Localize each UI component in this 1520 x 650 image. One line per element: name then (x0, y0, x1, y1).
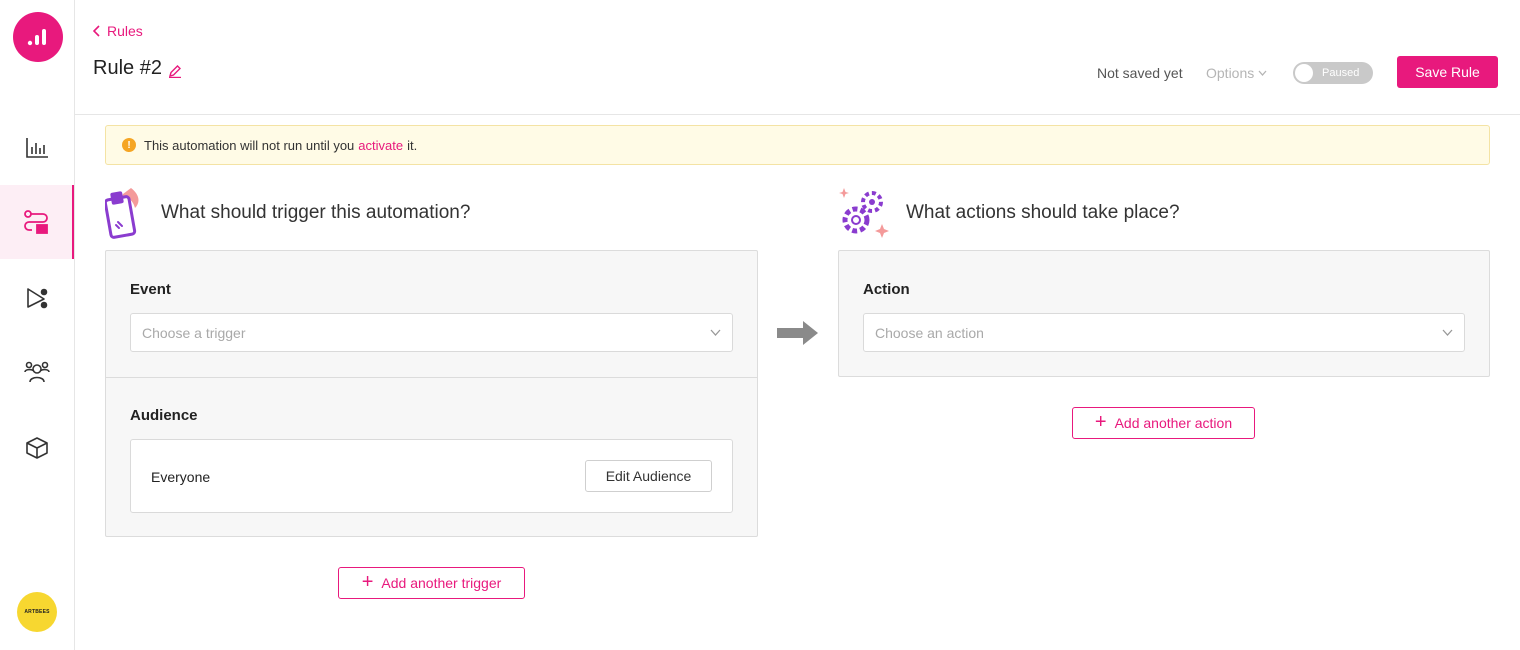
panel-divider (106, 377, 757, 378)
arrow-right-icon (777, 321, 818, 345)
options-dropdown[interactable]: Options (1206, 65, 1267, 81)
event-label: Event (130, 281, 171, 298)
rule-title: Rule #2 (93, 57, 162, 79)
trigger-heading: What should trigger this automation? (105, 186, 470, 240)
audience-label: Audience (130, 407, 198, 424)
sidebar-item-integrations[interactable] (0, 411, 74, 485)
account-avatar[interactable]: ARTBEES (17, 592, 57, 632)
users-icon (24, 361, 50, 383)
toggle-knob (1295, 64, 1313, 82)
activation-notice: ! This automation will not run until you… (105, 125, 1490, 165)
avatar-label: ARTBEES (24, 609, 50, 615)
event-placeholder: Choose a trigger (142, 324, 246, 341)
edit-audience-button[interactable]: Edit Audience (585, 460, 712, 492)
action-placeholder: Choose an action (875, 324, 984, 341)
chevron-down-icon (710, 329, 721, 336)
gears-illustration-icon (839, 188, 889, 238)
active-toggle[interactable]: Paused (1293, 62, 1373, 84)
bar-chart-icon (26, 138, 48, 158)
audience-value: Everyone (151, 469, 211, 485)
sidebar-item-analytics[interactable] (0, 111, 74, 185)
notice-text: This automation will not run until you (144, 137, 355, 153)
app-logo[interactable] (13, 12, 63, 62)
action-heading-text: What actions should take place? (906, 202, 1180, 223)
page-header: Rules Rule #2 Not saved yet Options Paus… (75, 0, 1520, 115)
add-trigger-button[interactable]: + Add another trigger (338, 567, 525, 599)
sidebar-item-rules[interactable] (0, 185, 74, 259)
rules-icon (24, 210, 48, 234)
event-select[interactable]: Choose a trigger (130, 313, 733, 352)
save-status: Not saved yet (1097, 65, 1183, 81)
chevron-down-icon (1442, 329, 1453, 336)
page-title: Rule #2 (93, 57, 182, 80)
plus-icon: + (1094, 411, 1107, 433)
logo-bars-icon (27, 29, 46, 46)
chevron-left-icon (93, 25, 100, 37)
sidebar: ARTBEES (0, 0, 75, 650)
add-action-label: Add another action (1114, 415, 1233, 431)
warning-icon: ! (122, 138, 136, 152)
action-select[interactable]: Choose an action (863, 313, 1465, 352)
add-trigger-label: Add another trigger (381, 575, 502, 591)
breadcrumb-rules-link[interactable]: Rules (107, 23, 143, 39)
sidebar-item-flows[interactable] (0, 261, 74, 335)
breadcrumb[interactable]: Rules (93, 23, 143, 39)
add-action-button[interactable]: + Add another action (1072, 407, 1255, 439)
trigger-heading-text: What should trigger this automation? (161, 202, 471, 223)
pencil-edit-icon[interactable] (168, 64, 182, 78)
activate-link[interactable]: activate (358, 138, 403, 153)
save-rule-button[interactable]: Save Rule (1397, 56, 1498, 88)
action-panel: Action Choose an action (838, 250, 1490, 377)
notice-text-end: it. (407, 137, 418, 153)
toggle-label: Paused (1322, 67, 1360, 79)
action-heading: What actions should take place? (838, 186, 1180, 240)
chevron-down-icon (1258, 70, 1267, 76)
plus-icon: + (361, 571, 374, 593)
box-icon (26, 437, 48, 459)
audience-box: Everyone Edit Audience (130, 439, 733, 513)
trigger-illustration-icon (105, 188, 139, 239)
options-label: Options (1206, 65, 1255, 81)
action-label: Action (863, 281, 910, 298)
flow-icon (27, 288, 48, 309)
trigger-panel: Event Choose a trigger Audience Everyone… (105, 250, 758, 537)
sidebar-item-audience[interactable] (0, 335, 74, 409)
